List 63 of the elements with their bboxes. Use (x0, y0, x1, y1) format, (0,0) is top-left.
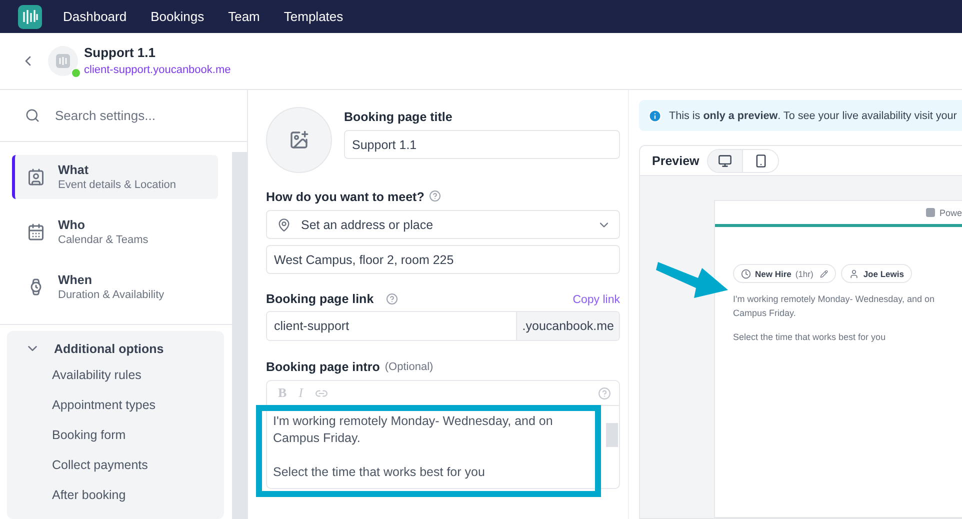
chip-label: Joe Lewis (863, 268, 904, 278)
phone-icon (754, 154, 768, 168)
intro-paragraph: Select the time that works best for you (733, 331, 887, 344)
logo-icon (926, 208, 936, 217)
item-title: When (58, 273, 94, 287)
duration-text: (1hr) (795, 268, 814, 278)
address-field[interactable]: West Campus, floor 2, room 225 (266, 245, 620, 274)
desktop-toggle[interactable] (708, 150, 744, 172)
field-label: Booking page title (344, 110, 454, 124)
page-title: Support 1.1 (84, 44, 157, 60)
help-icon[interactable] (429, 190, 442, 202)
nav-link[interactable]: Templates (284, 9, 344, 24)
device-toggle[interactable] (707, 148, 780, 172)
monitor-icon (718, 154, 732, 168)
sidebar-item[interactable]: What Event details & Location (12, 155, 218, 199)
logo-icon[interactable] (18, 4, 42, 28)
nav-link[interactable]: Bookings (150, 9, 204, 24)
calendar-icon (27, 223, 45, 241)
map-pin-icon (277, 218, 291, 232)
pencil-icon[interactable] (820, 270, 828, 278)
field-label: How do you want to meet? (266, 190, 424, 204)
search-icon (25, 108, 40, 123)
intro-editor[interactable]: B I I'm working remotely Monday- Wednesday, and on Campus Friday. Select the time that works best for you (266, 380, 620, 489)
intro-text[interactable]: I'm working remotely Monday- Wednesday, and on Campus Friday. Select the time that works best for you (267, 406, 605, 488)
item-subtitle: Event details & Location (58, 179, 176, 191)
link-field[interactable]: client-support .youcanbook.me (266, 311, 620, 341)
item-title: What (58, 163, 90, 177)
option-link[interactable]: Availability rules (25, 365, 224, 395)
help-icon[interactable] (386, 293, 398, 305)
field-label: Booking page intro (266, 360, 380, 374)
item-subtitle: Duration & Availability (58, 289, 164, 301)
nav-link[interactable]: Team (228, 9, 260, 24)
person-icon (849, 268, 860, 278)
item-title: Who (58, 218, 86, 232)
option-link[interactable]: After booking (25, 485, 224, 515)
item-subtitle: Calendar & Teams (58, 234, 148, 246)
intro-paragraph: I'm working remotely Monday- Wednesday, and on Campus Friday. (733, 293, 936, 320)
options-toggle[interactable]: Additional options (25, 341, 164, 356)
nav-link[interactable]: Dashboard (63, 9, 127, 24)
clock-icon (741, 268, 751, 278)
banner-text: This is only a preview. To see your live availability visit your (669, 110, 957, 122)
option-link[interactable]: Collect payments (25, 455, 224, 485)
scrollbar[interactable] (606, 423, 618, 447)
title-field[interactable]: Support 1.1 (344, 130, 620, 159)
logo-icon (56, 54, 70, 68)
event-chip[interactable]: New Hire (1hr) (733, 264, 836, 283)
domain-suffix: .youcanbook.me (516, 312, 619, 340)
info-icon (648, 108, 662, 122)
copy-link[interactable]: Copy link (572, 294, 620, 306)
scrollbar[interactable] (232, 152, 247, 519)
field-label: Booking page link (266, 292, 374, 306)
host-chip[interactable]: Joe Lewis (841, 264, 912, 283)
contact-card-icon (27, 168, 45, 186)
preview-title: Preview (652, 154, 700, 168)
sidebar-item[interactable]: Who Calendar & Teams (12, 210, 218, 254)
option-link[interactable]: Booking form (25, 425, 224, 455)
option-link[interactable]: Appointment types (25, 395, 224, 425)
chip-label: New Hire (755, 268, 792, 278)
sidebar-item[interactable]: When Duration & Availability (12, 265, 218, 309)
page-link[interactable]: client-support.youcanbook.me (84, 64, 231, 76)
powered-by-text: Powe (939, 208, 962, 218)
location-select[interactable]: Set an address or place (266, 210, 620, 239)
optional-note: (Optional) (384, 361, 434, 373)
